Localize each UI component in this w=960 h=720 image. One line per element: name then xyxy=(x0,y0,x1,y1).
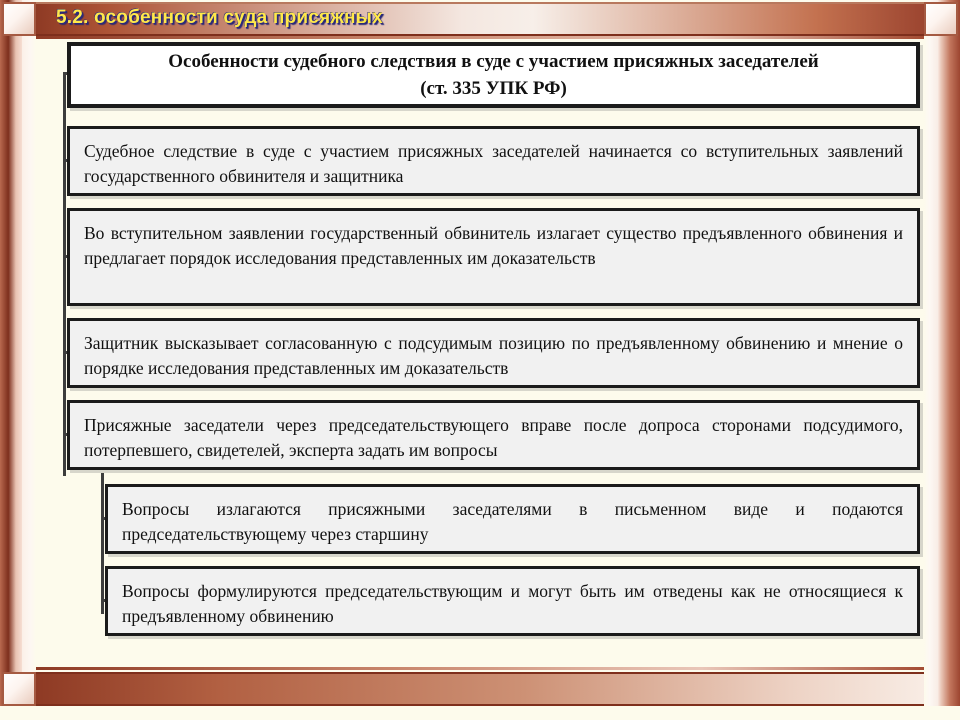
slide-footer-band xyxy=(36,672,924,706)
diagram-sub-node-text: Вопросы излагаются присяжными заседателя… xyxy=(122,499,903,544)
diagram-sub-node-text: Вопросы формулируются председательствующ… xyxy=(122,581,903,626)
right-border-band xyxy=(938,0,960,720)
corner-ornament-top-left xyxy=(2,2,36,36)
diagram-title-box-inner: Особенности судебного следствия в суде с… xyxy=(154,39,832,110)
diagram-title-box: Особенности судебного следствия в суде с… xyxy=(67,42,920,108)
corner-ornament-top-right xyxy=(924,2,958,36)
diagram-node: Защитник высказывает согласованную с под… xyxy=(67,318,920,388)
diagram-node-text: Судебное следствие в суде с участием при… xyxy=(84,141,903,186)
footer-base-strip xyxy=(0,706,960,720)
left-border-band xyxy=(0,0,22,720)
diagram-trunk-level-1 xyxy=(63,72,66,476)
diagram-node-text: Защитник высказывает согласованную с под… xyxy=(84,333,903,378)
diagram-node-inner: Присяжные заседатели через председательс… xyxy=(70,403,917,471)
diagram-sub-node: Вопросы формулируются председательствующ… xyxy=(105,566,920,636)
diagram-trunk-level-2 xyxy=(101,490,104,614)
diagram-node-inner: Судебное следствие в суде с участием при… xyxy=(70,129,917,197)
diagram-node: Присяжные заседатели через председательс… xyxy=(67,400,920,470)
right-border-inner-band xyxy=(924,0,938,720)
diagram-title-line-2: (ст. 335 УПК РФ) xyxy=(420,78,567,99)
slide: 5.2. особенности суда присяжных Особенно… xyxy=(0,0,960,720)
diagram-node: Во вступительном заявлении государственн… xyxy=(67,208,920,306)
flow-diagram: Особенности судебного следствия в суде с… xyxy=(40,42,920,642)
diagram-sub-node: Вопросы излагаются присяжными заседателя… xyxy=(105,484,920,554)
slide-header-band: 5.2. особенности суда присяжных xyxy=(36,2,924,36)
diagram-node-inner: Защитник высказывает согласованную с под… xyxy=(70,321,917,389)
connector-node-4-drop xyxy=(101,473,104,493)
diagram-node-text: Присяжные заседатели через председательс… xyxy=(84,415,903,460)
diagram-sub-node-inner: Вопросы излагаются присяжными заседателя… xyxy=(108,487,917,555)
diagram-node-text: Во вступительном заявлении государственн… xyxy=(84,223,903,268)
diagram-node-inner: Во вступительном заявлении государственн… xyxy=(70,211,917,279)
corner-ornament-bottom-left xyxy=(2,672,36,706)
slide-title: 5.2. особенности суда присяжных xyxy=(56,7,383,28)
left-border-inner-band xyxy=(22,0,36,720)
diagram-sub-node-inner: Вопросы формулируются председательствующ… xyxy=(108,569,917,637)
diagram-title-line-1: Особенности судебного следствия в суде с… xyxy=(168,51,819,73)
diagram-node: Судебное следствие в суде с участием при… xyxy=(67,126,920,196)
footer-divider-rule xyxy=(36,667,924,670)
